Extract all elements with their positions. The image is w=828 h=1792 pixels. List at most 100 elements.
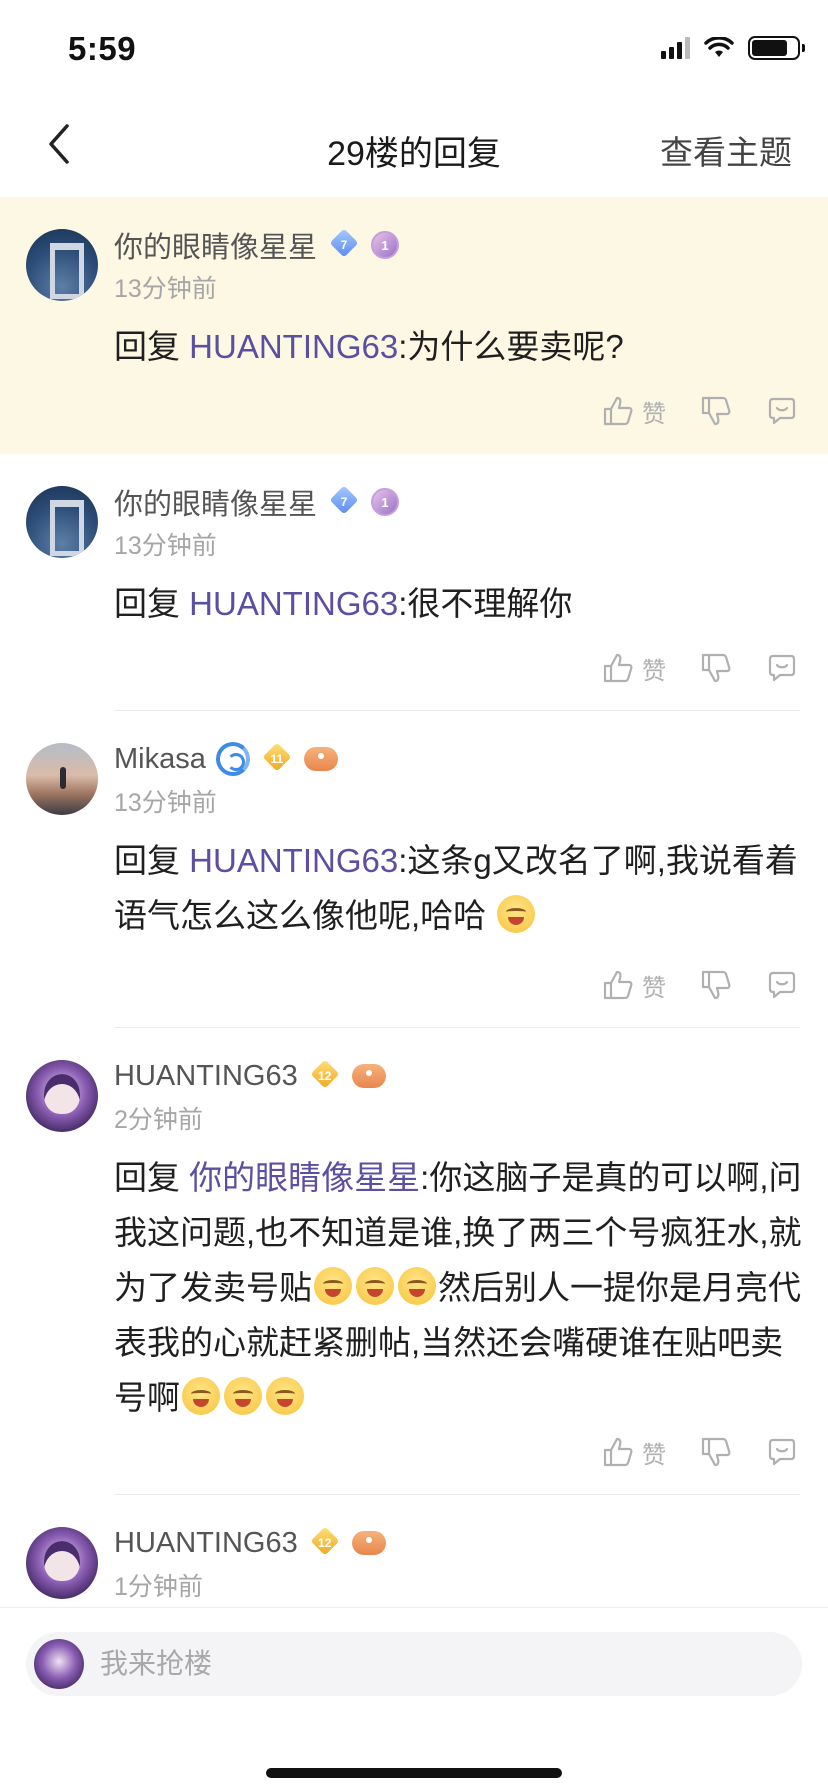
like-button[interactable]: 赞 [602, 651, 666, 686]
level-badge-icon: 7 [327, 233, 361, 257]
comment-actions: 赞 [602, 1432, 798, 1472]
user-row: 你的眼睛像星星 7 1 [114, 224, 400, 266]
thumbs-up-icon [603, 653, 633, 683]
like-button[interactable]: 赞 [602, 968, 666, 1003]
my-avatar [34, 1639, 84, 1689]
like-label: 赞 [642, 974, 666, 1002]
gamepad-badge-icon [351, 1531, 386, 1555]
comment-item: HUANTING63 12 2分钟前 回复 你的眼睛像星星:你这脑子是真的可以啊… [0, 1028, 828, 1495]
reply-input-container[interactable] [26, 1632, 802, 1696]
username[interactable]: HUANTING63 [114, 1527, 298, 1560]
reply-prefix: 回复 [114, 585, 180, 622]
laughing-emoji-icon [314, 1267, 352, 1305]
comment-item: HUANTING63 12 1分钟前 [0, 1495, 828, 1615]
dislike-button[interactable] [700, 395, 732, 427]
reply-button[interactable] [766, 969, 798, 1001]
user-row: 你的眼睛像星星 7 1 [114, 481, 400, 523]
comment-text: :为什么要卖呢? [398, 328, 624, 365]
battery-icon [748, 36, 805, 60]
medal-badge-icon: 1 [371, 488, 400, 516]
reply-prefix: 回复 [114, 1159, 180, 1196]
comment-bubble-icon [768, 397, 796, 425]
reply-prefix: 回复 [114, 842, 180, 879]
status-bar: 5:59 [0, 0, 828, 96]
username[interactable]: Mikasa [114, 743, 206, 776]
user-row: HUANTING63 12 [114, 1056, 386, 1096]
cellular-signal-icon [661, 37, 690, 59]
gamepad-badge-icon [303, 747, 338, 771]
timestamp: 13分钟前 [114, 532, 217, 560]
timestamp: 13分钟前 [114, 789, 217, 817]
thumbs-down-icon [701, 970, 731, 1000]
reply-to-user-link[interactable]: HUANTING63 [189, 328, 398, 365]
like-button[interactable]: 赞 [602, 1435, 666, 1470]
comment-bubble-icon [768, 654, 796, 682]
username[interactable]: 你的眼睛像星星 [114, 481, 317, 523]
avatar[interactable] [26, 1060, 98, 1132]
thumbs-up-icon [603, 396, 633, 426]
thumbs-down-icon [701, 653, 731, 683]
comment-text: :很不理解你 [398, 585, 573, 622]
comment-item: 你的眼睛像星星 7 1 13分钟前 回复 HUANTING63:为什么要卖呢? … [0, 197, 828, 454]
level-badge-icon: 12 [308, 1531, 342, 1555]
dislike-button[interactable] [700, 1436, 732, 1468]
like-button[interactable]: 赞 [602, 394, 666, 429]
comment-content: 回复 HUANTING63:这条g又改名了啊,我说看着语气怎么这么像他呢,哈哈 [114, 833, 804, 943]
timestamp: 2分钟前 [114, 1106, 203, 1134]
reply-to-user-link[interactable]: 你的眼睛像星星 [189, 1159, 420, 1196]
comment-actions: 赞 [602, 648, 798, 688]
timestamp: 1分钟前 [114, 1573, 203, 1601]
reply-button[interactable] [766, 1436, 798, 1468]
avatar[interactable] [26, 1527, 98, 1599]
reply-to-user-link[interactable]: HUANTING63 [189, 585, 398, 622]
comment-content: 回复 HUANTING63:为什么要卖呢? [114, 319, 804, 374]
thumbs-down-icon [701, 1437, 731, 1467]
avatar[interactable] [26, 486, 98, 558]
level-badge-icon: 7 [327, 490, 361, 514]
dislike-button[interactable] [700, 652, 732, 684]
laughing-emoji-icon [497, 895, 536, 933]
comment-bubble-icon [768, 971, 796, 999]
giggle-emoji-icon [398, 1267, 436, 1305]
reply-button[interactable] [766, 395, 798, 427]
dislike-button[interactable] [700, 969, 732, 1001]
nav-bar: 29楼的回复 查看主题 [0, 96, 828, 196]
status-time: 5:59 [68, 30, 137, 67]
giggle-emoji-icon [356, 1267, 394, 1305]
bottom-reply-bar [0, 1607, 828, 1792]
gamepad-badge-icon [351, 1064, 386, 1088]
avatar[interactable] [26, 229, 98, 301]
like-label: 赞 [642, 1441, 666, 1469]
reply-prefix: 回复 [114, 328, 180, 365]
reply-button[interactable] [766, 652, 798, 684]
username[interactable]: HUANTING63 [114, 1060, 298, 1093]
medal-badge-icon: 1 [371, 231, 400, 259]
comment-content: 回复 HUANTING63:很不理解你 [114, 576, 804, 631]
username[interactable]: 你的眼睛像星星 [114, 224, 317, 266]
user-row: Mikasa 11 [114, 739, 338, 779]
reply-input[interactable] [100, 1632, 780, 1696]
comment-item: 你的眼睛像星星 7 1 13分钟前 回复 HUANTING63:很不理解你 赞 [0, 454, 828, 711]
reply-to-user-link[interactable]: HUANTING63 [189, 842, 398, 879]
like-label: 赞 [642, 400, 666, 428]
avatar[interactable] [26, 743, 98, 815]
comment-content: 回复 你的眼睛像星星:你这脑子是真的可以啊,问我这问题,也不知道是谁,换了两三个… [114, 1150, 804, 1425]
comment-bubble-icon [768, 1438, 796, 1466]
status-icons [661, 36, 805, 60]
swirl-badge-icon [215, 742, 250, 776]
timestamp: 13分钟前 [114, 275, 217, 303]
comment-actions: 赞 [602, 965, 798, 1005]
like-label: 赞 [642, 657, 666, 685]
level-badge-icon: 11 [260, 747, 294, 771]
comment-actions: 赞 [602, 391, 798, 431]
thumbs-up-icon [603, 1437, 633, 1467]
reply-list: 你的眼睛像星星 7 1 13分钟前 回复 HUANTING63:为什么要卖呢? … [0, 197, 828, 1615]
comment-item: Mikasa 11 13分钟前 回复 HUANTING63:这条g又改名了啊,我… [0, 711, 828, 1028]
home-indicator[interactable] [266, 1768, 562, 1778]
view-topic-button[interactable]: 查看主题 [660, 126, 792, 174]
giggle-emoji-icon [266, 1377, 304, 1415]
laughing-emoji-icon [182, 1377, 220, 1415]
thumbs-down-icon [701, 396, 731, 426]
thumbs-up-icon [603, 970, 633, 1000]
level-badge-icon: 12 [308, 1064, 342, 1088]
